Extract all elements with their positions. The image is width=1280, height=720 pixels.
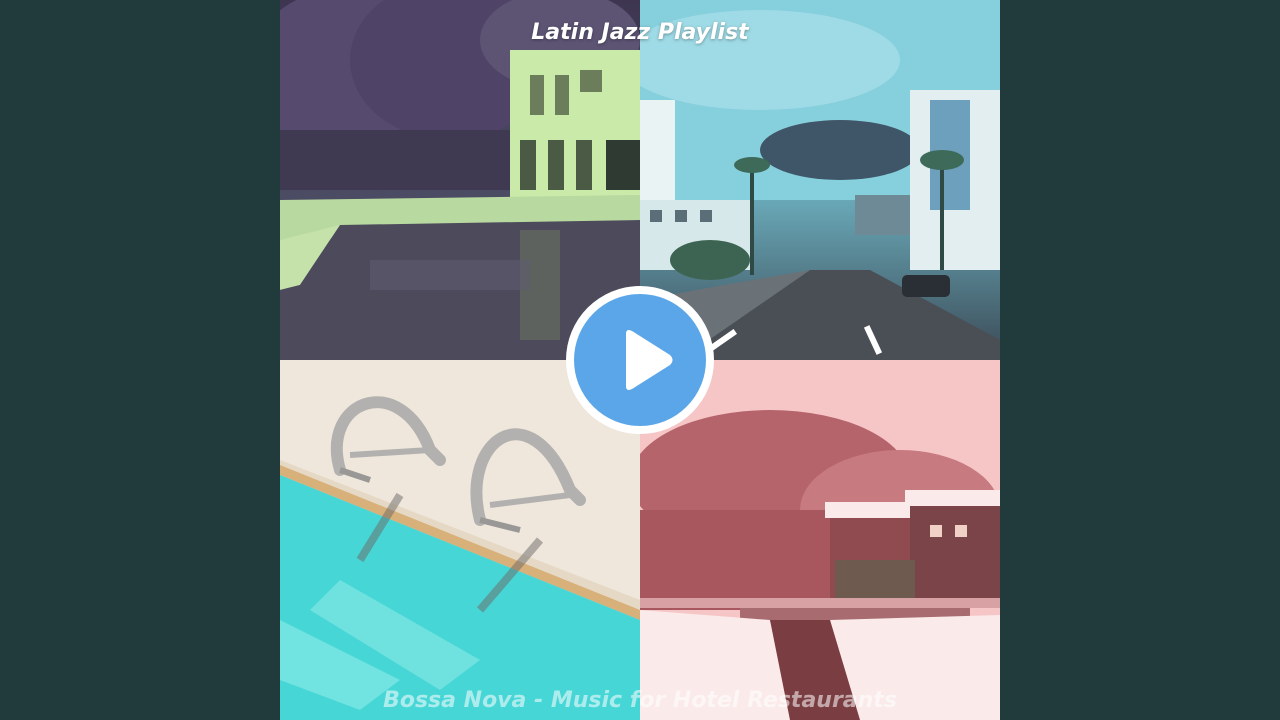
video-title: Bossa Nova - Music for Hotel Restaurants [383, 688, 897, 713]
video-frame: Latin Jazz Playlist Bossa Nova - Music f… [0, 0, 1280, 720]
play-button-circle[interactable] [574, 294, 706, 426]
play-button[interactable] [566, 286, 714, 434]
playlist-title: Latin Jazz Playlist [531, 20, 749, 45]
play-icon[interactable] [574, 294, 706, 426]
